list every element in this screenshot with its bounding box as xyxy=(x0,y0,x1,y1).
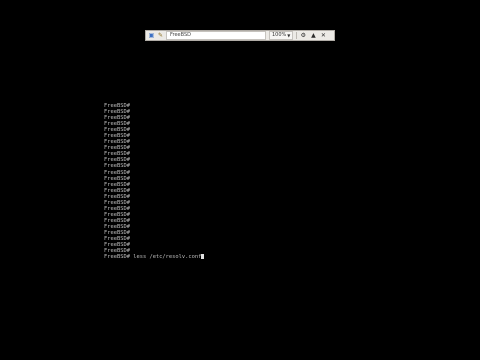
app-icon[interactable]: ▣ xyxy=(148,32,155,39)
zoom-select[interactable]: 100% ▼ xyxy=(269,31,294,40)
terminal-output[interactable]: FreeBSD# FreeBSD# FreeBSD# FreeBSD# FreeBSD#… xyxy=(104,103,205,261)
zoom-value: 100% xyxy=(272,32,287,38)
terminal-command-line[interactable]: FreeBSD# less /etc/resolv.conf xyxy=(104,254,205,261)
pen-icon[interactable]: ✎ xyxy=(157,32,164,39)
toolbar-divider xyxy=(296,32,298,39)
viewer-title: FreeBSD xyxy=(166,31,266,40)
settings-icon[interactable]: ⚙ xyxy=(299,32,307,39)
terminal-prompt: FreeBSD# xyxy=(104,254,130,261)
remote-viewer-toolbar: ▣ ✎ FreeBSD 100% ▼ ⚙ ▲ ✕ xyxy=(145,30,335,41)
close-icon[interactable]: ✕ xyxy=(319,32,327,39)
text-cursor xyxy=(201,254,205,260)
chevron-down-icon: ▼ xyxy=(287,33,291,38)
pin-icon[interactable]: ▲ xyxy=(309,32,317,39)
terminal-command: less /etc/resolv.conf xyxy=(133,254,202,261)
